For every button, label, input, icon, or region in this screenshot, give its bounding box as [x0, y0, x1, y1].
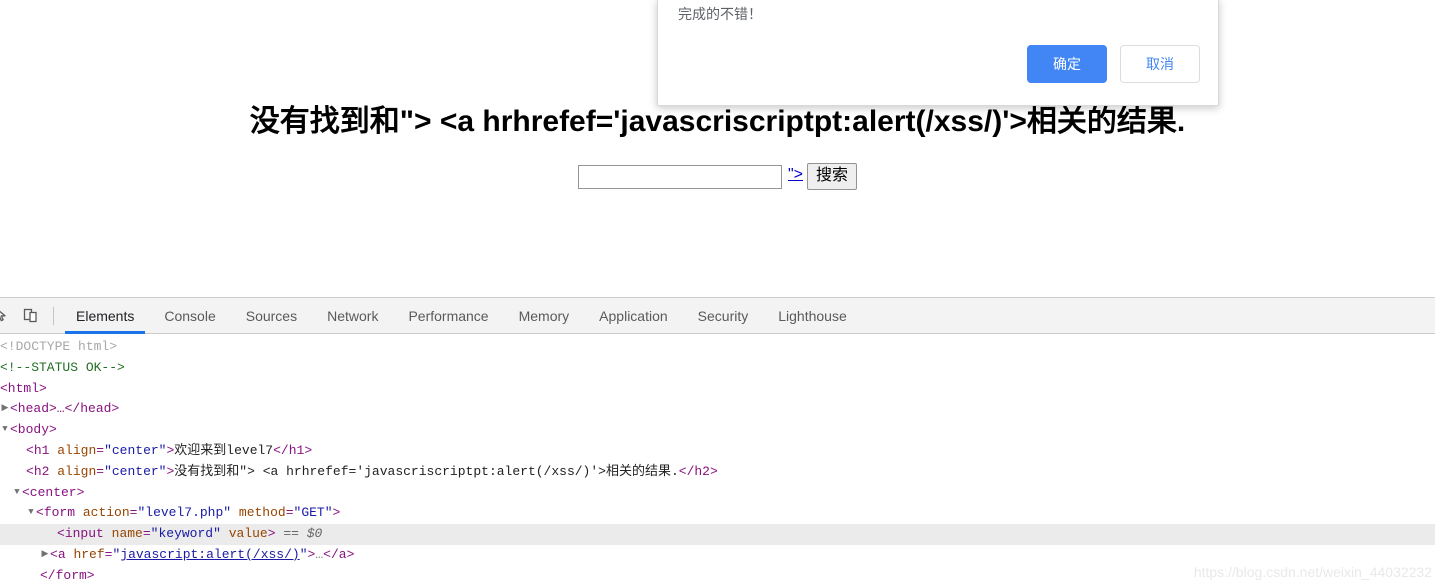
dom-form-value-action: "level7.php" — [137, 505, 232, 521]
dom-body-tag: <body> — [10, 422, 57, 438]
dom-row[interactable]: <h2 align="center">没有找到和"> <a hrhrefef='… — [0, 462, 1435, 483]
device-toolbar-icon[interactable] — [16, 302, 44, 330]
dom-form-value-method: "GET" — [293, 505, 333, 521]
dom-anchor-tag: a — [57, 546, 66, 562]
dom-punct: > — [332, 505, 341, 521]
dom-h2-close-tag: h2 — [694, 463, 710, 479]
dom-form-attr-method: method — [238, 505, 286, 521]
dom-row[interactable]: <html> — [0, 379, 1435, 400]
dom-h1-close-tag: h1 — [288, 442, 305, 458]
dom-form-attr-action: action — [82, 505, 130, 521]
dom-input-attr-value: value — [228, 526, 268, 542]
dom-punct: = — [96, 442, 105, 458]
dom-row[interactable]: ▶ <a href="javascript:alert(/xss/)">…</a> — [0, 545, 1435, 566]
tab-performance[interactable]: Performance — [393, 298, 503, 334]
tab-lighthouse[interactable]: Lighthouse — [763, 298, 862, 334]
tab-sources[interactable]: Sources — [231, 298, 312, 334]
dom-h1-attr-value: "center" — [104, 442, 167, 458]
tab-security[interactable]: Security — [683, 298, 764, 334]
expand-triangle-collapsed-icon[interactable]: ▶ — [0, 398, 10, 419]
dialog-button-group: 确定 取消 — [1027, 45, 1200, 83]
dom-h2-attr-name: align — [57, 463, 97, 479]
devtools-panel: Elements Console Sources Network Perform… — [0, 297, 1435, 588]
dom-punct: > — [267, 526, 276, 542]
dom-punct: </ — [273, 442, 289, 458]
dom-punct: </ — [323, 546, 339, 562]
dialog-ok-button[interactable]: 确定 — [1027, 45, 1107, 83]
dom-punct: = — [285, 505, 294, 521]
dom-form-close-tag: </form> — [40, 567, 95, 583]
dialog-cancel-button[interactable]: 取消 — [1120, 45, 1200, 83]
inspect-element-icon[interactable] — [0, 302, 16, 330]
dom-center-tag: <center> — [22, 484, 85, 500]
tab-network[interactable]: Network — [312, 298, 393, 334]
search-button[interactable]: 搜索 — [807, 163, 858, 190]
expand-triangle-expanded-icon[interactable]: ▼ — [26, 502, 36, 523]
dom-punct: = — [96, 463, 105, 479]
expand-triangle-collapsed-icon[interactable]: ▶ — [40, 544, 50, 565]
dom-space — [231, 505, 239, 520]
dom-comment: <!--STATUS OK--> — [0, 359, 125, 375]
dom-html-tag: <html> — [0, 380, 47, 396]
dom-row[interactable]: ▼ <center> — [0, 483, 1435, 504]
dom-punct: < — [26, 442, 34, 458]
dom-row[interactable]: <h1 align="center">欢迎来到level7</h1> — [0, 441, 1435, 462]
dialog-message: 完成的不错！ — [678, 6, 762, 22]
dom-space — [221, 526, 229, 541]
dom-row[interactable]: <!--STATUS OK--> — [0, 358, 1435, 379]
dom-punct: < — [36, 505, 44, 521]
dom-punct: < — [57, 526, 65, 542]
dom-h2-tag: h2 — [33, 463, 50, 479]
devtools-tab-bar: Elements Console Sources Network Perform… — [61, 298, 862, 334]
dom-punct: < — [50, 546, 58, 562]
dom-tree[interactable]: <!DOCTYPE html> <!--STATUS OK--> <html> … — [0, 334, 1435, 587]
devtools-toolbar: Elements Console Sources Network Perform… — [0, 298, 1435, 334]
dom-space — [104, 526, 112, 541]
javascript-confirm-dialog: 完成的不错！ 确定 取消 — [657, 0, 1219, 106]
dom-head-tag: <head>…</head> — [10, 401, 120, 417]
dom-row[interactable]: ▼ <body> — [0, 420, 1435, 441]
dom-input-value-name: "keyword" — [150, 526, 221, 542]
dom-input-attr-name: name — [111, 526, 143, 542]
dom-row[interactable]: <!DOCTYPE html> — [0, 337, 1435, 358]
dom-input-tag: input — [64, 526, 104, 542]
dom-anchor-href-link[interactable]: javascript:alert(/xss/) — [120, 547, 299, 562]
search-input[interactable] — [577, 164, 782, 189]
tab-memory[interactable]: Memory — [504, 298, 585, 334]
dom-h2-text: 没有找到和"> <a hrhrefef='javascriscriptpt:al… — [174, 463, 679, 479]
dom-punct: > — [346, 546, 355, 562]
dom-row[interactable]: ▼ <form action="level7.php" method="GET"> — [0, 503, 1435, 524]
watermark: https://blog.csdn.net/weixin_44032232 — [1193, 564, 1432, 580]
dom-h2-attr-value: "center" — [104, 463, 167, 479]
dom-punct: < — [26, 463, 34, 479]
dom-punct: = — [142, 526, 151, 542]
tab-elements[interactable]: Elements — [61, 298, 149, 334]
expand-triangle-expanded-icon[interactable]: ▼ — [0, 419, 10, 440]
dom-row[interactable]: ▶ <head>…</head> — [0, 399, 1435, 420]
dom-anchor-close-tag: a — [338, 546, 347, 562]
dom-h1-text: 欢迎来到level7 — [174, 442, 274, 458]
toolbar-divider — [53, 306, 54, 325]
dom-collapsed-content-ellipsis: … — [315, 546, 324, 562]
dom-selected-node-marker: == $0 — [283, 526, 323, 542]
dom-form-tag: form — [43, 505, 76, 521]
dom-punct: > — [304, 442, 313, 458]
search-form: "> 搜索 — [0, 163, 1435, 190]
tab-console[interactable]: Console — [149, 298, 230, 334]
dom-row-selected[interactable]: <input name="keyword" value> == $0 — [0, 524, 1435, 545]
dom-quote-close: " — [299, 546, 308, 562]
expand-triangle-expanded-icon[interactable]: ▼ — [12, 482, 22, 503]
dom-doctype: <!DOCTYPE html> — [0, 339, 118, 354]
dom-h1-attr-name: align — [57, 442, 97, 458]
xss-injected-link[interactable]: "> — [788, 166, 803, 184]
dom-h1-tag: h1 — [33, 442, 50, 458]
dom-punct: > — [709, 463, 718, 479]
dom-space — [75, 505, 83, 520]
dom-anchor-attr-href: href — [73, 546, 105, 562]
tab-application[interactable]: Application — [584, 298, 683, 334]
dom-punct: </ — [678, 463, 695, 479]
